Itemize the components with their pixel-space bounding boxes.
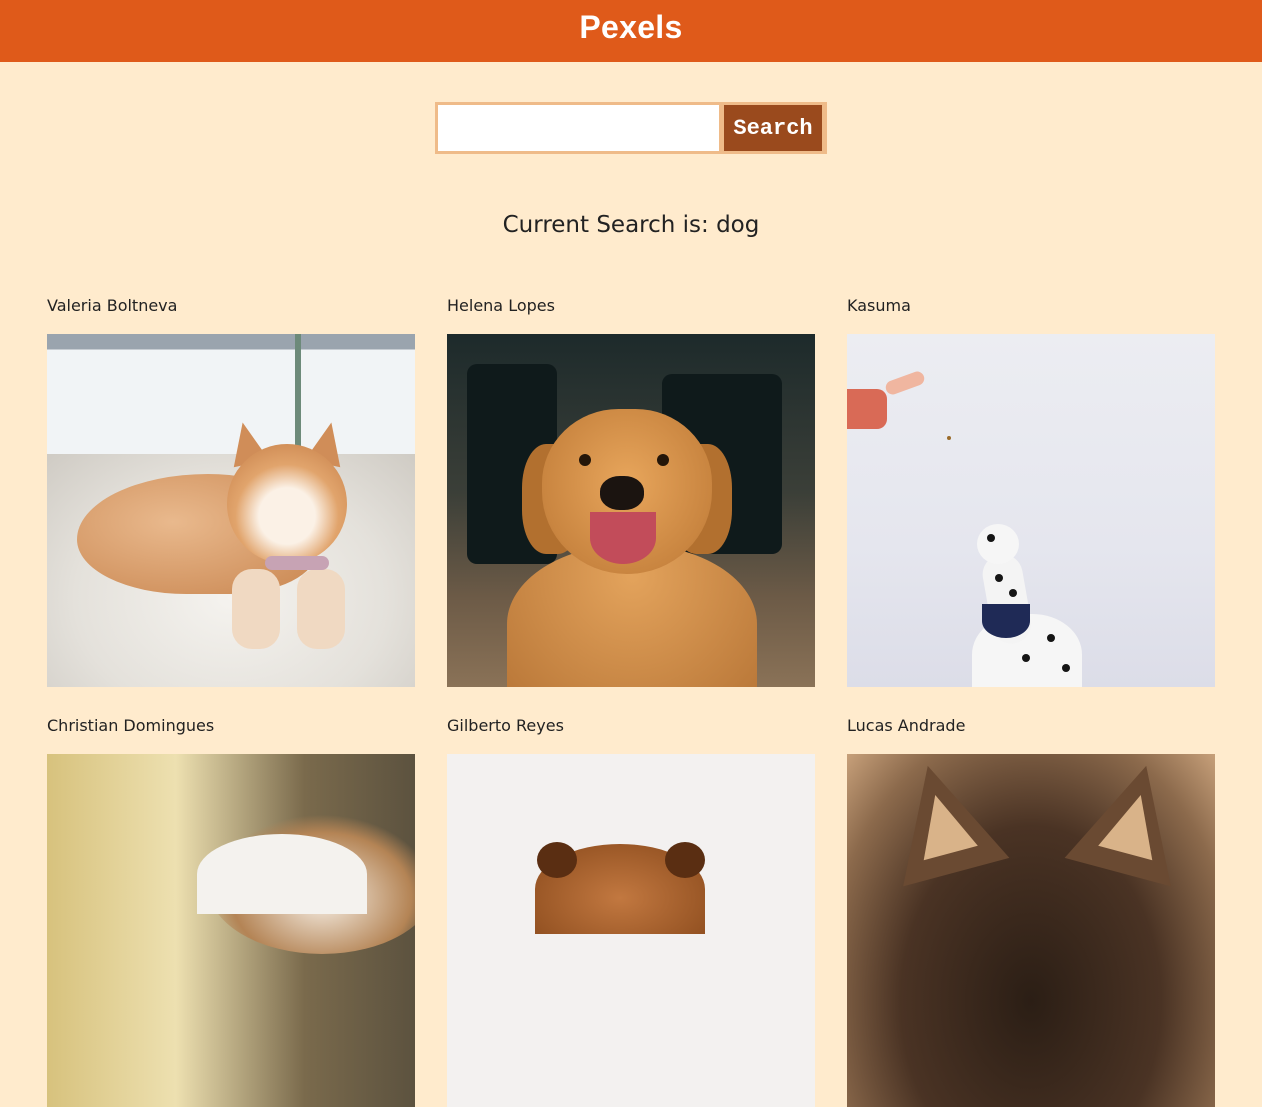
dog-photo[interactable] [447, 754, 815, 1107]
photographer-name: Christian Domingues [47, 716, 215, 735]
photographer-name: Kasuma [847, 296, 911, 315]
photo-card: Kasuma [847, 296, 1215, 687]
search-form: Search [435, 102, 827, 154]
photo-card: Lucas Andrade [847, 716, 1215, 1107]
photo-grid: Valeria Boltneva Helena Lopes Kasuma Chr… [47, 296, 1215, 1107]
dog-photo[interactable] [447, 334, 815, 687]
current-search-label: Current Search is: dog [502, 212, 760, 238]
dog-photo[interactable] [47, 754, 415, 1107]
photo-card: Gilberto Reyes [447, 716, 815, 1107]
photographer-name: Lucas Andrade [847, 716, 966, 735]
dog-photo[interactable] [847, 754, 1215, 1107]
site-title: Pexels [579, 8, 683, 45]
photo-card: Helena Lopes [447, 296, 815, 687]
dog-photo[interactable] [47, 334, 415, 687]
header-bar: Pexels [0, 0, 1262, 62]
photo-card: Valeria Boltneva [47, 296, 415, 687]
search-input[interactable] [438, 105, 719, 151]
photographer-name: Helena Lopes [447, 296, 555, 315]
photographer-name: Valeria Boltneva [47, 296, 178, 315]
photo-card: Christian Domingues [47, 716, 415, 1107]
photographer-name: Gilberto Reyes [447, 716, 564, 735]
search-button[interactable]: Search [724, 105, 822, 151]
dog-photo[interactable] [847, 334, 1215, 687]
